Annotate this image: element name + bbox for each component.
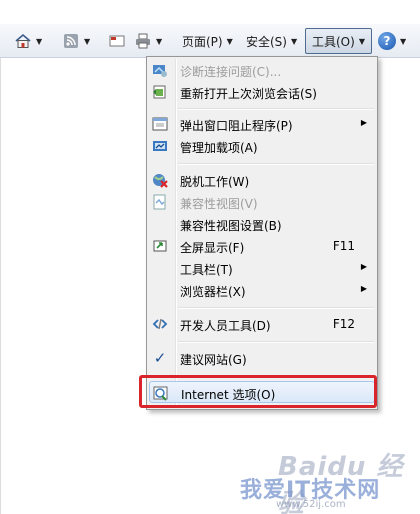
highlight-annotation-box [139,375,377,408]
menu-item-compatibility-view[interactable]: 兼容性视图(V) [149,191,375,213]
work-offline-icon [152,172,168,188]
tools-dropdown-arrow: ▼ [358,36,365,46]
help-button[interactable]: ? ▼ [378,29,406,53]
safety-dropdown-arrow: ▼ [290,36,298,46]
network-diagnose-icon [152,62,168,78]
command-bar: ▼ ▼ ▼ 页面(P) ▼ 安全(S) ▼ 工具(O) ▼ ? ▼ [0,24,420,58]
safety-menu-button[interactable]: 安全(S) ▼ [246,29,297,53]
menu-item-diagnose-connection[interactable]: 诊断连接问题(C)... [149,59,375,81]
printer-icon [134,32,152,50]
menu-separator [178,307,374,309]
print-button[interactable]: ▼ [134,29,162,53]
mail-button[interactable] [108,29,126,53]
addons-icon [152,138,168,154]
menu-item-suggested-sites[interactable]: ✓ 建议网站(G) [149,347,375,369]
rss-feed-icon [62,32,80,50]
menu-item-reopen-last-session[interactable]: 重新打开上次浏览会话(S) [149,81,375,103]
feeds-button[interactable]: ▼ [62,29,90,53]
check-icon: ✓ [153,349,167,367]
feeds-dropdown-arrow[interactable]: ▼ [84,37,90,46]
page-menu-label: 页面(P) [182,34,223,49]
tools-menu-button[interactable]: 工具(O) ▼ [305,28,372,54]
menu-item-manage-addons[interactable]: 管理加载项(A) [149,135,375,157]
site-watermark-url: www.52ij.com [276,499,346,510]
submenu-arrow: ▶ [360,284,367,293]
reopen-session-icon [152,84,168,100]
shortcut-f11: F11 [332,239,355,253]
menu-item-compatibility-view-settings[interactable]: 兼容性视图设置(B) [149,213,375,235]
menu-separator [178,108,374,110]
help-icon: ? [378,32,396,50]
compat-view-icon [152,194,168,210]
page-menu-button[interactable]: 页面(P) ▼ [182,29,233,53]
menu-item-work-offline[interactable]: 脱机工作(W) [149,169,375,191]
print-dropdown-arrow[interactable]: ▼ [156,37,162,46]
home-button[interactable]: ▼ [14,29,42,53]
home-icon [14,32,32,50]
tools-dropdown-menu: 诊断连接问题(C)... 重新打开上次浏览会话(S) 弹出窗口阻止程序(P) ▶… [146,56,378,410]
developer-tools-icon [152,316,168,332]
mail-icon [108,32,126,50]
page-left-edge [0,58,1,514]
menu-item-developer-tools[interactable]: 开发人员工具(D) F12 [149,313,375,335]
submenu-arrow: ▶ [360,118,367,127]
help-dropdown-arrow: ▼ [400,36,407,46]
home-dropdown-arrow[interactable]: ▼ [36,37,42,46]
menu-item-fullscreen[interactable]: 全屏显示(F) F11 [149,235,375,257]
fullscreen-icon [152,238,168,254]
menu-separator [178,341,374,343]
popup-blocker-icon [152,116,168,132]
menu-separator [178,163,374,165]
shortcut-f12: F12 [332,317,355,331]
page-dropdown-arrow: ▼ [226,36,233,46]
menu-item-toolbars[interactable]: 工具栏(T) ▶ [149,257,375,279]
safety-menu-label: 安全(S) [246,34,287,49]
menu-item-popup-blocker[interactable]: 弹出窗口阻止程序(P) ▶ [149,113,375,135]
tools-menu-label: 工具(O) [312,34,355,49]
menu-item-explorer-bars[interactable]: 浏览器栏(X) ▶ [149,279,375,301]
submenu-arrow: ▶ [360,262,367,271]
